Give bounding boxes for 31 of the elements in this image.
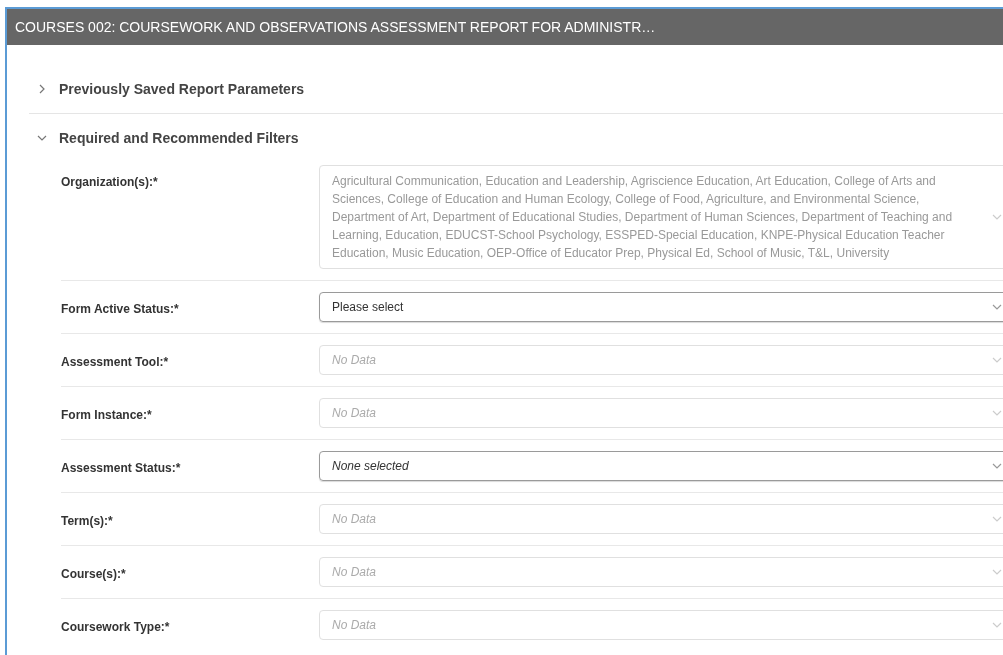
chevron-icon	[992, 302, 1002, 312]
chevron-icon	[992, 408, 1002, 418]
field-value: Please select	[332, 299, 405, 316]
placeholder: No Data	[332, 617, 378, 634]
field-label: Organization(s):*	[61, 174, 159, 191]
field-label: Term(s):*	[61, 513, 114, 530]
field-label: Assessment Tool:*	[61, 354, 170, 371]
placeholder: No Data	[332, 352, 378, 369]
chevron-icon	[992, 355, 1002, 365]
chevron-icon	[37, 84, 47, 94]
field-label: Assessment Status:*	[61, 460, 182, 477]
field-value: Agricultural Communication, Education and Leadership, Agriscience Education, Art Education, College of Arts and Sciences, College of Education and Human Ecology, College of Food, Agriculture, and Environmental Science, Department of Art, Department of Educational Studies, Department of Human Sciences, Department of Teaching and Learning, Education, EDUCST-School Psychology, ESSPED-Special Education, KNPE-Physical Education Teacher Education, Music Education, OEP-Office of Educator Prep, Physical Ed, School of Music, T&L, University	[332, 173, 954, 262]
select-field[interactable]: Please select	[319, 292, 1003, 322]
chevron-icon	[992, 212, 1002, 222]
section-header[interactable]: Required and Recommended Filters	[29, 114, 299, 162]
placeholder: No Data	[332, 511, 378, 528]
chevron-icon	[37, 133, 47, 143]
select-field[interactable]: None selected	[319, 451, 1003, 481]
chevron-icon	[992, 514, 1002, 524]
chevron-icon	[992, 567, 1002, 577]
field-label: Form Active Status:*	[61, 301, 180, 318]
chevron-icon	[992, 461, 1002, 471]
section-header[interactable]: Previously Saved Report Parameters	[29, 65, 305, 113]
field-label: Form Instance:*	[61, 407, 153, 424]
field-label: Coursework Type:*	[61, 619, 171, 636]
placeholder: No Data	[332, 405, 378, 422]
window-title: COURSES 002: COURSEWORK AND OBSERVATIONS ASSESSMENT REPORT FOR ADMINISTR…	[7, 9, 1003, 45]
chevron-icon	[992, 620, 1002, 630]
field-value: None selected	[332, 458, 410, 475]
field-label: Course(s):*	[61, 566, 127, 583]
placeholder: No Data	[332, 564, 378, 581]
